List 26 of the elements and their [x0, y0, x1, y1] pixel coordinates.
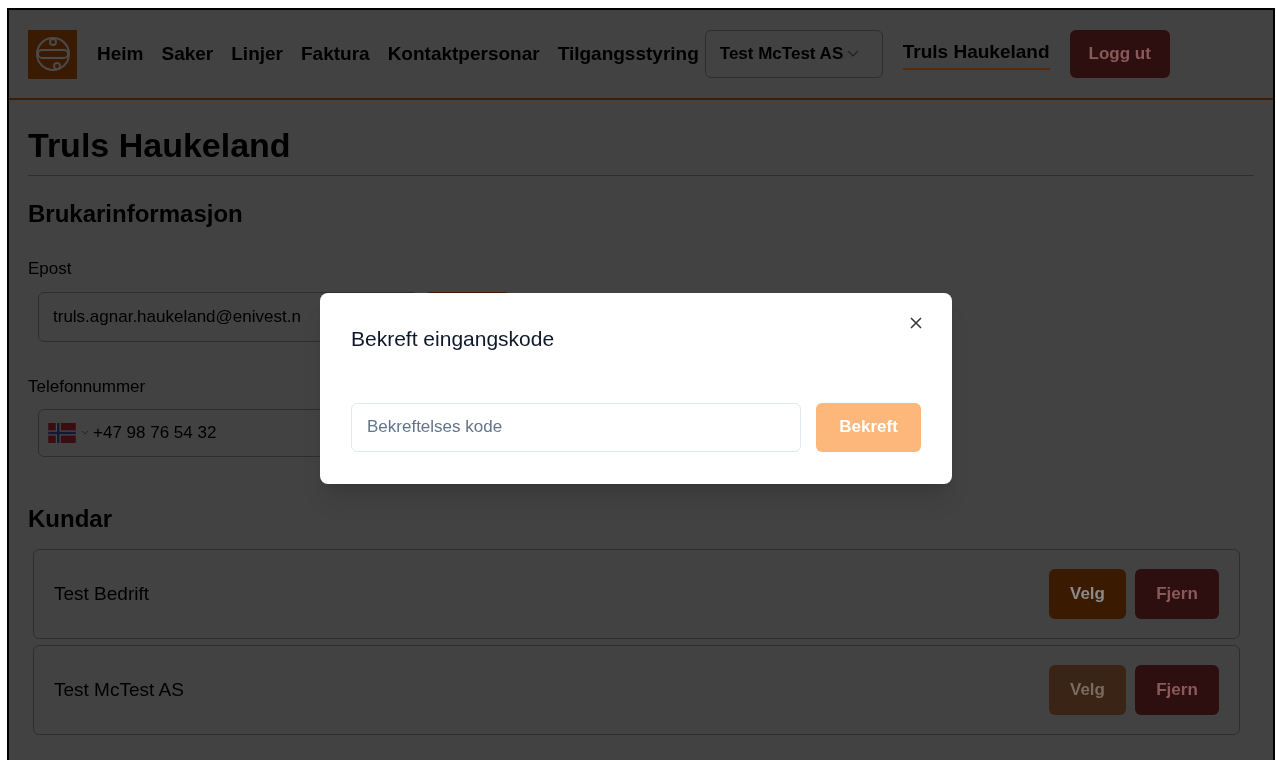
- field-label: Epost: [28, 258, 73, 280]
- field-label: Telefonnummer: [28, 375, 147, 398]
- confirm-button[interactable]: Bekreft: [816, 402, 921, 452]
- chevron-down-icon: [847, 50, 860, 58]
- user-link[interactable]: Truls Haukeland: [902, 37, 1050, 71]
- chevron-down-icon: [81, 430, 89, 436]
- section-heading: Kundar: [28, 504, 113, 534]
- customer-name: Test McTest AS: [54, 677, 184, 702]
- nav-link[interactable]: Faktura: [301, 39, 370, 69]
- customer-name: Test Bedrift: [54, 581, 150, 606]
- nav-link[interactable]: Kontaktpersonar: [387, 39, 540, 69]
- company-select[interactable]: Test McTest AS: [704, 30, 883, 78]
- flag-icon: [47, 423, 77, 443]
- nav-link[interactable]: Linjer: [231, 39, 283, 69]
- section-heading: Brukarinformasjon: [28, 199, 244, 229]
- select-button[interactable]: Velg: [1049, 569, 1126, 619]
- close-icon[interactable]: [910, 317, 922, 329]
- nav-link[interactable]: Tilgangsstyring: [557, 39, 699, 69]
- nav-link[interactable]: Heim: [97, 39, 144, 69]
- page-title: Truls Haukeland: [28, 100, 1254, 176]
- nav-link[interactable]: Saker: [161, 39, 214, 69]
- logout-button[interactable]: Logg ut: [1069, 30, 1170, 78]
- logo-icon: [28, 29, 77, 79]
- remove-button[interactable]: Fjern: [1135, 569, 1219, 619]
- remove-button[interactable]: Fjern: [1135, 665, 1219, 715]
- code-field[interactable]: Bekreftelses kode: [351, 402, 802, 452]
